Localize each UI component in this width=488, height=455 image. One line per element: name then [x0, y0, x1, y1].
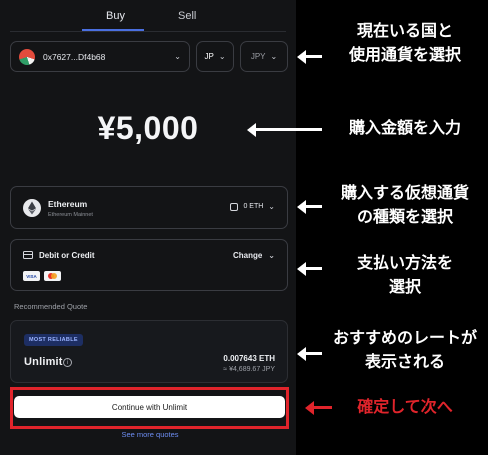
wallet-address: 0x7627...Df4b68 [43, 51, 106, 62]
token-balance: 0 ETH ⌄ [230, 202, 275, 211]
country-select[interactable]: JP ⌄ [196, 41, 234, 72]
payment-method-selector[interactable]: Debit or Credit Change ⌄ VISA [10, 239, 288, 291]
annotation-payment: 支払い方法を 選択 [330, 251, 480, 299]
annotation-amount: 購入金額を入力 [330, 116, 480, 140]
annotation-line: 確定して次へ [357, 397, 453, 416]
annotation-arrow [297, 346, 322, 361]
country-value: JP [204, 52, 214, 61]
tab-sell[interactable]: Sell [178, 10, 196, 22]
chevron-down-icon: ⌄ [268, 251, 275, 260]
quote-card[interactable]: MOST RELIABLE Unlimit i 0.007643 ETH ≈ ¥… [10, 320, 288, 383]
annotation-line: 使用通貨を選択 [348, 45, 461, 64]
annotation-country-currency: 現在いる国と 使用通貨を選択 [330, 19, 480, 67]
annotation-arrow [297, 199, 322, 214]
wallet-avatar [19, 48, 35, 65]
chevron-down-icon: ⌄ [268, 202, 275, 211]
annotation-line: 購入金額を入力 [348, 118, 461, 137]
token-balance-value: 0 ETH [243, 203, 264, 210]
wallet-icon [230, 202, 239, 211]
token-selector[interactable]: Ethereum Ethereum Mainnet 0 ETH ⌄ [10, 186, 288, 229]
ethereum-icon [23, 199, 41, 217]
currency-select[interactable]: JPY ⌄ [240, 41, 288, 72]
change-payment-button[interactable]: Change ⌄ [233, 251, 275, 260]
change-label: Change [232, 251, 263, 260]
annotation-arrow [247, 122, 322, 137]
info-icon[interactable]: i [63, 358, 72, 367]
see-more-quotes-link[interactable]: See more quotes [0, 430, 300, 439]
annotation-line: 購入する仮想通貨 [340, 183, 469, 202]
token-name: Ethereum [48, 199, 88, 209]
currency-value: JPY [250, 52, 266, 61]
annotation-line: 表示される [364, 352, 445, 371]
token-network: Ethereum Mainnet [48, 212, 93, 218]
chevron-down-icon: ⌄ [218, 52, 226, 61]
annotation-line: 現在いる国と [356, 21, 453, 40]
annotation-arrow [297, 49, 322, 64]
annotation-line: おすすめのレートが [332, 328, 477, 347]
annotation-quote: おすすめのレートが 表示される [330, 326, 480, 374]
annotation-arrow [297, 261, 322, 276]
provider-logo: Unlimit [24, 356, 63, 368]
most-reliable-badge: MOST RELIABLE [24, 334, 83, 346]
quote-crypto-amount: 0.007643 ETH [223, 354, 275, 363]
payment-method-label: Debit or Credit [39, 251, 95, 260]
quote-fiat-amount: ≈ ¥4,689.67 JPY [223, 366, 275, 373]
wallet-selector[interactable]: 0x7627...Df4b68 ⌄ [10, 41, 190, 72]
annotation-line: 選択 [388, 277, 421, 296]
mastercard-icon [44, 271, 61, 281]
continue-highlight-box [10, 387, 289, 429]
tab-divider [10, 31, 286, 32]
chevron-down-icon: ⌄ [174, 52, 181, 61]
annotation-confirm: 確定して次へ [340, 395, 470, 419]
annotation-line: の種類を選択 [356, 207, 453, 226]
visa-icon: VISA [23, 271, 40, 281]
annotation-token: 購入する仮想通貨 の種類を選択 [330, 181, 480, 229]
annotation-arrow [305, 400, 332, 415]
recommended-quote-label: Recommended Quote [14, 302, 88, 311]
tab-buy[interactable]: Buy [106, 10, 125, 22]
chevron-down-icon: ⌄ [270, 52, 278, 61]
annotation-line: 支払い方法を [356, 253, 453, 272]
credit-card-icon [23, 251, 33, 259]
